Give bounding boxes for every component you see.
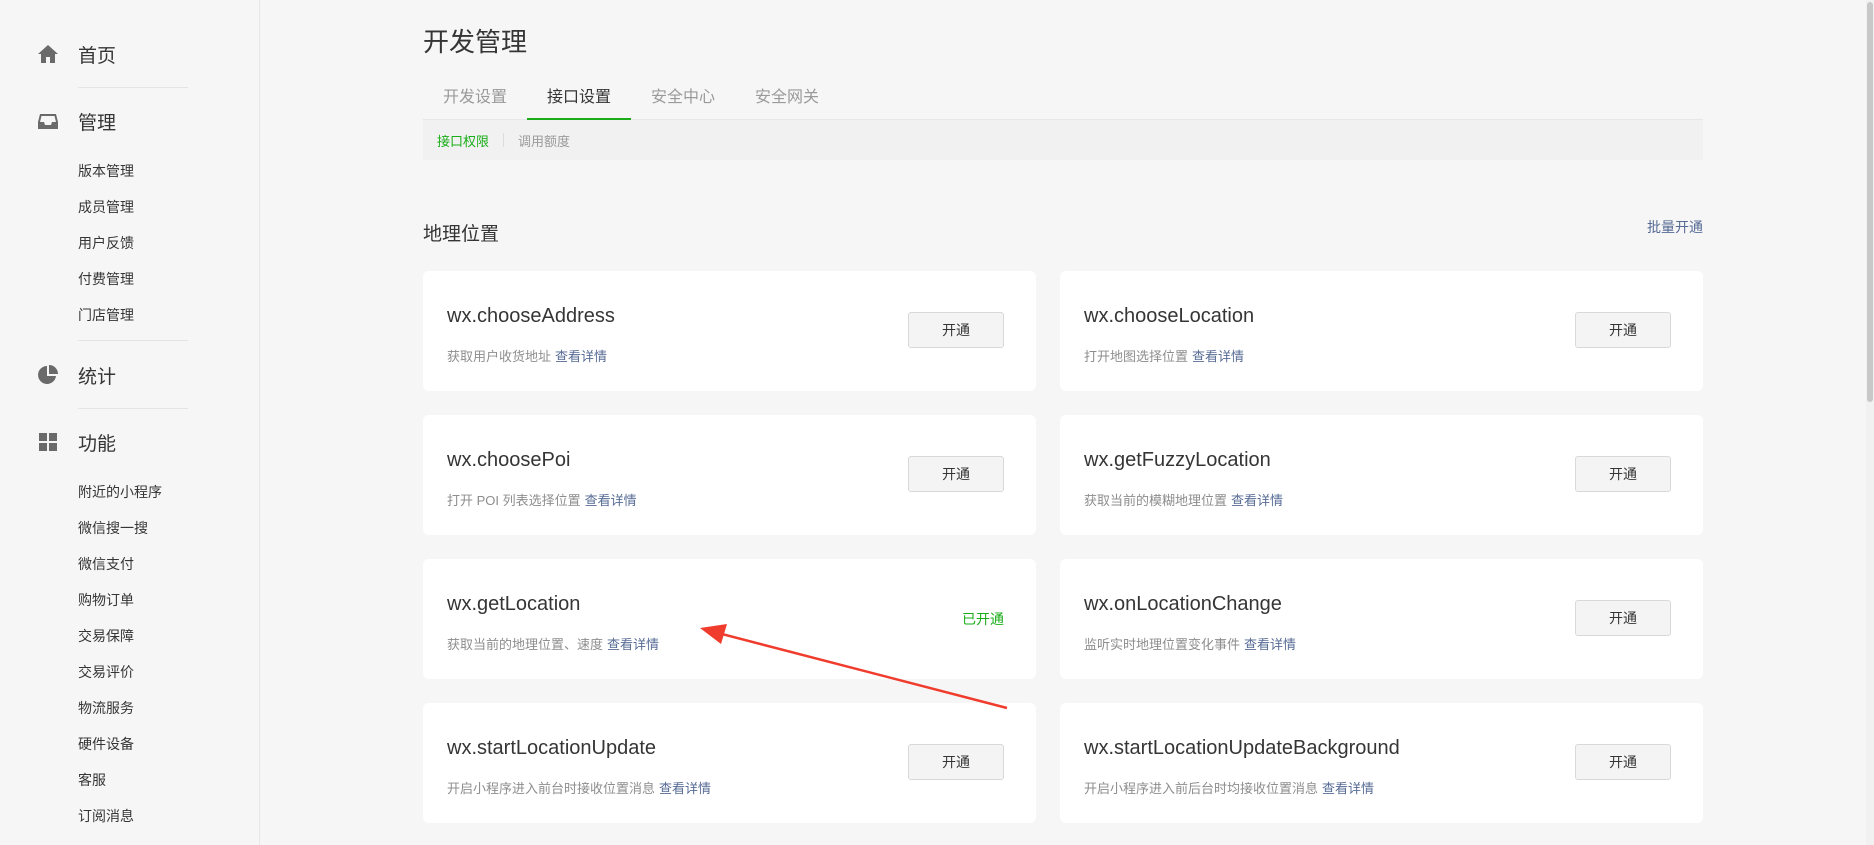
sidebar-item-search[interactable]: 微信搜一搜 xyxy=(78,518,148,538)
tab-dev-settings[interactable]: 开发设置 xyxy=(423,80,527,120)
sidebar-item-guarantee[interactable]: 交易保障 xyxy=(78,626,134,646)
page-title: 开发管理 xyxy=(423,27,528,57)
enable-button[interactable]: 开通 xyxy=(908,312,1004,348)
api-name: wx.choosePoi xyxy=(447,449,571,471)
pie-chart-icon xyxy=(38,365,58,384)
sidebar-item-hardware[interactable]: 硬件设备 xyxy=(78,734,134,754)
api-card: wx.startLocationUpdate 开启小程序进入前台时接收位置消息查… xyxy=(423,703,1036,823)
api-name: wx.chooseLocation xyxy=(1084,305,1255,327)
api-name: wx.startLocationUpdate xyxy=(447,737,657,759)
nav-manage[interactable]: 管理 xyxy=(36,103,116,139)
home-icon xyxy=(38,45,58,63)
nav-manage-label: 管理 xyxy=(78,112,117,134)
divider xyxy=(78,408,188,409)
api-desc: 获取用户收货地址 查看详情 xyxy=(447,346,607,365)
api-desc: 开启小程序进入前台时接收位置消息 查看详情 xyxy=(447,778,711,797)
enable-button[interactable]: 开通 xyxy=(1575,312,1671,348)
sidebar-item-payment[interactable]: 付费管理 xyxy=(78,269,134,289)
nav-home-label: 首页 xyxy=(78,45,117,67)
sidebar-item-feedback[interactable]: 用户反馈 xyxy=(78,233,134,253)
api-name: wx.startLocationUpdateBackground xyxy=(1084,737,1400,759)
api-card: wx.chooseLocation 打开地图选择位置 查看详情 开通 xyxy=(1060,271,1703,391)
sidebar-item-subscribe[interactable]: 订阅消息 xyxy=(78,806,134,826)
api-desc-text: 打开 POI 列表选择位置 xyxy=(447,493,581,508)
nav-stats[interactable]: 统计 xyxy=(36,357,116,393)
subtab-bar: 接口权限 调用额度 xyxy=(423,120,1703,160)
api-desc-text: 获取当前的地理位置、速度 xyxy=(447,637,604,652)
api-desc-text: 获取用户收货地址 xyxy=(447,349,552,364)
sidebar-item-reviews[interactable]: 交易评价 xyxy=(78,662,134,682)
api-name: wx.chooseAddress xyxy=(447,305,615,327)
divider xyxy=(503,133,505,147)
sidebar-item-orders[interactable]: 购物订单 xyxy=(78,590,134,610)
api-desc-text: 打开地图选择位置 xyxy=(1084,349,1189,364)
api-desc-text: 开启小程序进入前台时接收位置消息 xyxy=(447,781,656,796)
view-details-link[interactable]: 查看详情 xyxy=(607,637,659,652)
api-name: wx.getLocation xyxy=(447,593,581,615)
view-details-link[interactable]: 查看详情 xyxy=(1244,637,1296,652)
api-desc: 打开 POI 列表选择位置 查看详情 xyxy=(447,490,637,509)
api-desc: 获取当前的地理位置、速度 查看详情 xyxy=(447,634,659,653)
api-card: wx.chooseAddress 获取用户收货地址 查看详情 开通 xyxy=(423,271,1036,391)
view-details-link[interactable]: 查看详情 xyxy=(585,493,637,508)
batch-enable-link[interactable]: 批量开通 xyxy=(1647,217,1703,237)
api-card: wx.getLocation 获取当前的地理位置、速度 查看详情 已开通 xyxy=(423,559,1036,679)
api-desc-text: 开启小程序进入前后台时均接收位置消息 xyxy=(1084,781,1319,796)
view-details-link[interactable]: 查看详情 xyxy=(1231,493,1283,508)
enable-button[interactable]: 开通 xyxy=(1575,456,1671,492)
grid-icon xyxy=(39,433,57,451)
api-name: wx.onLocationChange xyxy=(1084,593,1282,615)
api-desc-text: 监听实时地理位置变化事件 xyxy=(1084,637,1241,652)
tab-security-gateway[interactable]: 安全网关 xyxy=(735,80,839,120)
sidebar-item-nearby[interactable]: 附近的小程序 xyxy=(78,482,162,502)
divider xyxy=(78,340,188,341)
api-name: wx.getFuzzyLocation xyxy=(1084,449,1271,471)
subtab-api-permissions[interactable]: 接口权限 xyxy=(437,131,489,150)
api-desc-text: 获取当前的模糊地理位置 xyxy=(1084,493,1228,508)
scrollbar-thumb[interactable] xyxy=(1867,2,1873,402)
nav-features-label: 功能 xyxy=(78,433,117,455)
enable-button[interactable]: 开通 xyxy=(1575,744,1671,780)
api-desc: 监听实时地理位置变化事件 查看详情 xyxy=(1084,634,1296,653)
nav-home[interactable]: 首页 xyxy=(36,36,116,72)
sidebar-item-version[interactable]: 版本管理 xyxy=(78,161,134,181)
tab-api-settings[interactable]: 接口设置 xyxy=(527,80,631,120)
sidebar-item-stores[interactable]: 门店管理 xyxy=(78,305,134,325)
sidebar-item-members[interactable]: 成员管理 xyxy=(78,197,134,217)
view-details-link[interactable]: 查看详情 xyxy=(1192,349,1244,364)
sidebar-item-service[interactable]: 客服 xyxy=(78,770,106,790)
tab-security-center[interactable]: 安全中心 xyxy=(631,80,735,120)
api-desc: 开启小程序进入前后台时均接收位置消息 查看详情 xyxy=(1084,778,1374,797)
api-desc: 打开地图选择位置 查看详情 xyxy=(1084,346,1244,365)
view-details-link[interactable]: 查看详情 xyxy=(659,781,711,796)
sidebar-item-wxpay[interactable]: 微信支付 xyxy=(78,554,134,574)
api-card: wx.onLocationChange 监听实时地理位置变化事件 查看详情 开通 xyxy=(1060,559,1703,679)
api-card: wx.choosePoi 打开 POI 列表选择位置 查看详情 开通 xyxy=(423,415,1036,535)
enable-button[interactable]: 开通 xyxy=(1575,600,1671,636)
api-desc: 获取当前的模糊地理位置 查看详情 xyxy=(1084,490,1283,509)
view-details-link[interactable]: 查看详情 xyxy=(555,349,607,364)
nav-stats-label: 统计 xyxy=(78,366,117,388)
subtab-call-quota[interactable]: 调用额度 xyxy=(518,131,570,150)
divider xyxy=(78,87,188,88)
sidebar: 首页 管理 版本管理 成员管理 用户反馈 付费管理 门店管理 统计 功能 附近的… xyxy=(0,0,260,845)
inbox-icon xyxy=(38,114,58,129)
api-card: wx.getFuzzyLocation 获取当前的模糊地理位置 查看详情 开通 xyxy=(1060,415,1703,535)
scrollbar[interactable] xyxy=(1866,0,1874,845)
sidebar-item-logistics[interactable]: 物流服务 xyxy=(78,698,134,718)
tab-bar: 开发设置 接口设置 安全中心 安全网关 xyxy=(423,80,1703,120)
enabled-status: 已开通 xyxy=(962,611,1004,627)
enable-button[interactable]: 开通 xyxy=(908,456,1004,492)
api-card: wx.startLocationUpdateBackground 开启小程序进入… xyxy=(1060,703,1703,823)
section-title: 地理位置 xyxy=(423,224,500,245)
nav-features[interactable]: 功能 xyxy=(36,424,116,460)
view-details-link[interactable]: 查看详情 xyxy=(1322,781,1374,796)
enable-button[interactable]: 开通 xyxy=(908,744,1004,780)
